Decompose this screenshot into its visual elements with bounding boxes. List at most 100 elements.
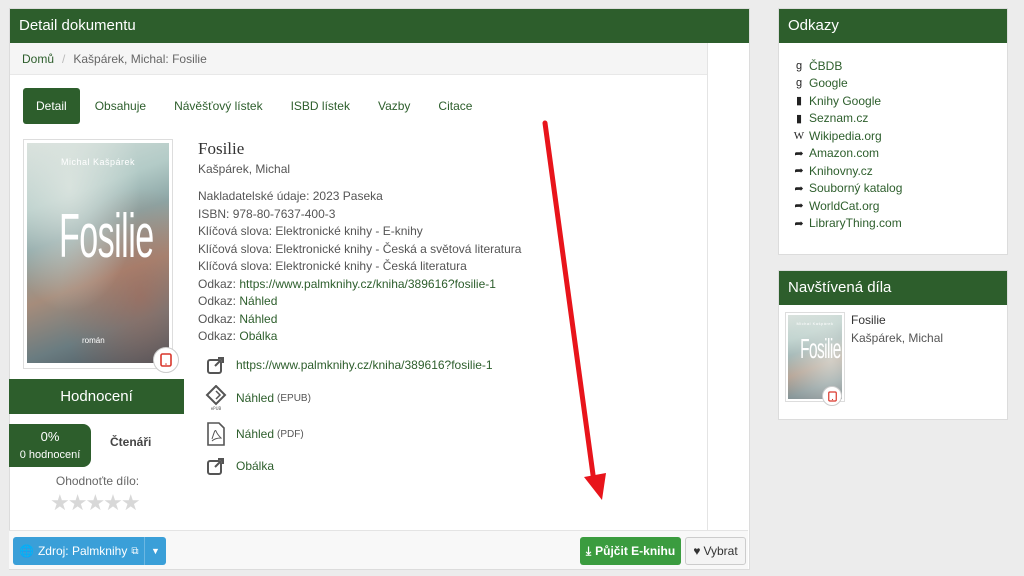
- link-item-wikipedia[interactable]: W Wikipedia.org: [792, 127, 1007, 145]
- action-bar: 🌐 Zdroj: Palmknihy ⧉ ▼ ⤓ Půjčit E-knihu …: [9, 530, 748, 569]
- keyword-row: Klíčová slova: Elektronické knihy - Česk…: [198, 258, 521, 276]
- book-cover[interactable]: Michal Kašpárek Fosilie román: [23, 139, 173, 369]
- link-row: Odkaz: Náhled: [198, 311, 521, 329]
- share-icon: ➦: [794, 217, 804, 230]
- cover-title: Fosilie: [58, 202, 154, 271]
- link-label[interactable]: Amazon.com: [809, 146, 879, 160]
- resource-pdf[interactable]: Náhled (PDF): [204, 422, 304, 446]
- isbn-value: 978-80-7637-400-3: [232, 206, 336, 221]
- links-panel: Odkazy g ČBDB g Google ▮ Knihy Google ▮ Sezn…: [778, 8, 1008, 255]
- visited-author: Kašpárek, Michal: [851, 331, 944, 345]
- link-label[interactable]: ČBDB: [809, 59, 842, 73]
- link-label[interactable]: Wikipedia.org: [809, 129, 882, 143]
- links-list: g ČBDB g Google ▮ Knihy Google ▮ Seznam.cz W…: [779, 43, 1007, 232]
- source-button[interactable]: 🌐 Zdroj: Palmknihy ⧉ ▼: [13, 537, 166, 565]
- external-link-icon: [204, 353, 228, 377]
- link-label: Odkaz:: [198, 329, 240, 343]
- isbn-label: ISBN:: [198, 206, 233, 221]
- google-icon: g: [795, 59, 803, 72]
- tab-bar: Detail Obsahuje Návěšťový lístek ISBD lí…: [23, 88, 487, 124]
- share-icon: ➦: [794, 165, 804, 178]
- publisher-row: Nakladatelské údaje: 2023 Paseka: [198, 188, 521, 206]
- tab-isbd-card[interactable]: ISBD lístek: [278, 88, 363, 124]
- rating-heading: Hodnocení: [9, 379, 184, 414]
- link-item-librarything[interactable]: ➦ LibraryThing.com: [792, 215, 1007, 233]
- isbn-row: ISBN: 978-80-7637-400-3: [198, 206, 521, 224]
- share-icon: ➦: [794, 182, 804, 195]
- epub-icon-text: ePUB: [211, 406, 222, 411]
- link-item-google[interactable]: g Google: [792, 75, 1007, 93]
- pdf-icon: [204, 422, 228, 446]
- resource-epub[interactable]: ePUB Náhled (EPUB): [204, 385, 311, 411]
- visited-works-panel: Navštívená díla Michal Kašpárek Fosilie …: [778, 270, 1008, 420]
- link-label[interactable]: Knihovny.cz: [809, 164, 873, 178]
- borrow-ebook-button[interactable]: ⤓ Půjčit E-knihu: [580, 537, 681, 565]
- document-metadata: Nakladatelské údaje: 2023 Paseka ISBN: 9…: [198, 188, 521, 346]
- link-item-cbdb[interactable]: g ČBDB: [792, 57, 1007, 75]
- globe-icon: 🌐: [19, 544, 34, 558]
- preview-epub-link[interactable]: Náhled: [236, 391, 274, 405]
- visited-panel-title: Navštívená díla: [779, 271, 1007, 305]
- share-icon: ➦: [794, 147, 804, 160]
- link-value[interactable]: Náhled: [239, 312, 277, 326]
- link-item-worldcat[interactable]: ➦ WorldCat.org: [792, 197, 1007, 215]
- link-label: Odkaz:: [198, 276, 240, 291]
- panel-title: Detail dokumentu: [10, 9, 749, 43]
- breadcrumb-home[interactable]: Domů: [22, 52, 54, 66]
- link-item-union-catalog[interactable]: ➦ Souborný katalog: [792, 180, 1007, 198]
- cover-title: Fosilie: [800, 333, 841, 364]
- link-label[interactable]: WorldCat.org: [809, 199, 879, 213]
- tab-detail[interactable]: Detail: [23, 88, 80, 124]
- keyword-value: Elektronické knihy - Česká literatura: [275, 259, 467, 273]
- google-icon: g: [795, 77, 803, 90]
- tab-relations[interactable]: Vazby: [365, 88, 423, 124]
- readers-tab[interactable]: Čtenáři: [110, 435, 151, 449]
- link-label[interactable]: LibraryThing.com: [809, 216, 902, 230]
- link-label[interactable]: Souborný katalog: [809, 181, 902, 195]
- book-icon: ▮: [795, 95, 803, 108]
- link-value[interactable]: Náhled: [239, 294, 277, 308]
- keyword-value: Elektronické knihy - Česká a světová lit…: [275, 241, 522, 256]
- side-gutter: [707, 43, 749, 531]
- tab-catalog-card[interactable]: Návěšťový lístek: [161, 88, 276, 124]
- link-row: Odkaz: https://www.palmknihy.cz/kniha/38…: [198, 276, 521, 294]
- resource-url-link[interactable]: https://www.palmknihy.cz/kniha/389616?fo…: [236, 358, 493, 372]
- link-item-amazon[interactable]: ➦ Amazon.com: [792, 145, 1007, 163]
- link-value[interactable]: https://www.palmknihy.cz/kniha/389616?fo…: [239, 277, 496, 291]
- visited-title[interactable]: Fosilie: [851, 313, 886, 327]
- tab-citation[interactable]: Citace: [425, 88, 485, 124]
- link-label[interactable]: Google: [809, 76, 848, 90]
- epub-icon: ePUB: [204, 385, 228, 411]
- resource-cover[interactable]: Obálka: [204, 454, 274, 478]
- resource-url[interactable]: https://www.palmknihy.cz/kniha/389616?fo…: [204, 353, 493, 377]
- tab-contains[interactable]: Obsahuje: [82, 88, 159, 124]
- link-item-knihovny[interactable]: ➦ Knihovny.cz: [792, 162, 1007, 180]
- select-button[interactable]: ♥ Vybrat: [685, 537, 746, 565]
- cover-author: Michal Kašpárek: [796, 321, 834, 326]
- publisher-label: Nakladatelské údaje:: [198, 189, 313, 203]
- keyword-row: Klíčová slova: Elektronické knihy - E-kn…: [198, 223, 521, 241]
- cover-link[interactable]: Obálka: [236, 459, 274, 473]
- ebook-tablet-icon: [153, 347, 179, 373]
- book-icon: ▮: [795, 112, 803, 125]
- link-label: Odkaz:: [198, 294, 240, 308]
- link-item-seznam[interactable]: ▮ Seznam.cz: [792, 110, 1007, 128]
- breadcrumb-separator: /: [62, 52, 66, 66]
- heart-icon: ♥: [693, 544, 701, 558]
- keyword-value: Elektronické knihy - E-knihy: [275, 224, 423, 238]
- star-rating-input[interactable]: ★★★★★: [50, 490, 141, 516]
- link-item-google-books[interactable]: ▮ Knihy Google: [792, 92, 1007, 110]
- source-button-main[interactable]: 🌐 Zdroj: Palmknihy ⧉: [13, 544, 144, 558]
- links-panel-title: Odkazy: [779, 9, 1007, 43]
- link-label[interactable]: Seznam.cz: [809, 111, 868, 125]
- keyword-label: Klíčová slova:: [198, 259, 276, 273]
- cover-author: Michal Kašpárek: [60, 157, 136, 167]
- borrow-label: Půjčit E-knihu: [595, 544, 676, 558]
- preview-pdf-link[interactable]: Náhled: [236, 427, 274, 441]
- select-label: Vybrat: [703, 544, 738, 558]
- document-title: Fosilie: [198, 139, 245, 158]
- link-label[interactable]: Knihy Google: [809, 94, 881, 108]
- chevron-down-icon[interactable]: ▼: [144, 537, 166, 565]
- link-value[interactable]: Obálka: [239, 329, 277, 343]
- document-author[interactable]: Kašpárek, Michal: [198, 162, 290, 176]
